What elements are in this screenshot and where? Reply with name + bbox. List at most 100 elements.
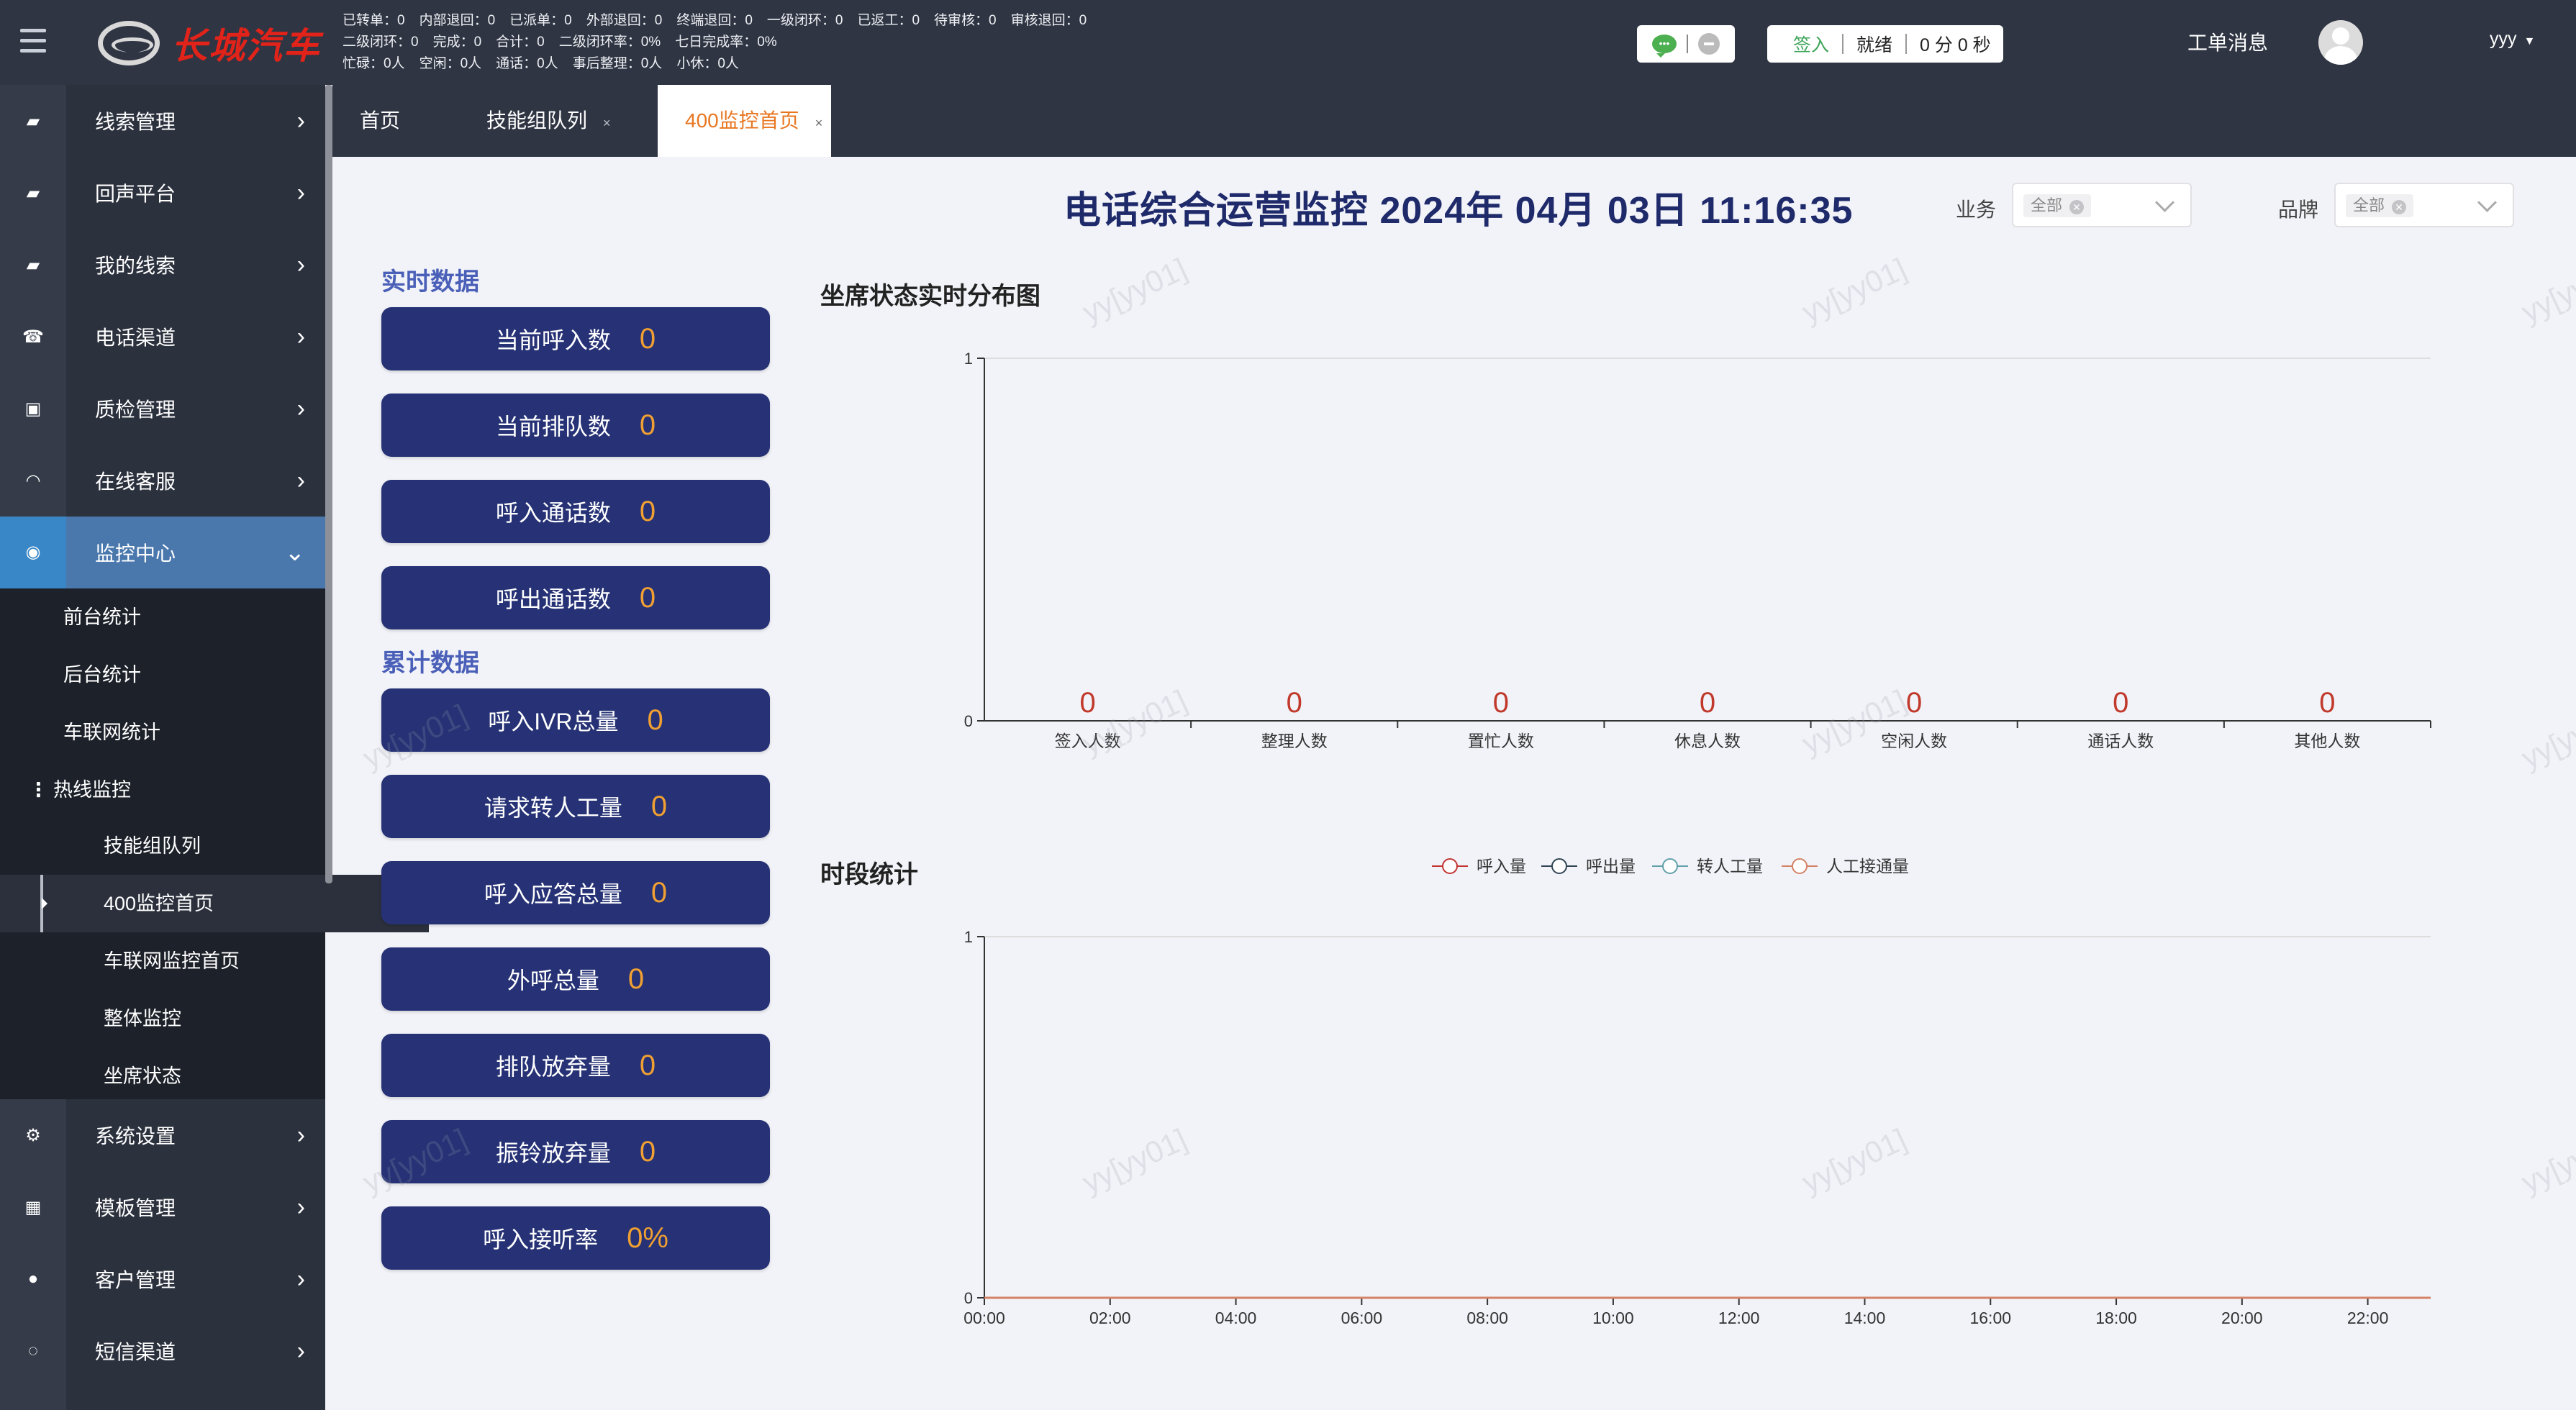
tag-label: 全部 [2031, 196, 2063, 214]
kpi-value: 0 [639, 495, 656, 527]
x-tick-label: 18:00 [2095, 1309, 2137, 1327]
kpi-value: 0 [650, 790, 668, 822]
x-tick-label: 08:00 [1466, 1309, 1508, 1327]
bar-value-label: 0 [2113, 687, 2128, 719]
sidebar-menu-item[interactable]: ◌ 短信渠道 › [0, 1315, 325, 1387]
legend-label: 转人工量 [1697, 857, 1763, 875]
status-timer: 0 分 0 秒 [1920, 35, 1991, 55]
sidebar-item-400-monitor[interactable]: 400监控首页 [0, 875, 429, 932]
avatar[interactable] [2318, 20, 2363, 65]
stat-item: 通话：0人 [496, 56, 558, 71]
brand-logo: 长城汽车 [98, 17, 321, 69]
brand-filter-select[interactable]: 全部 ✕ [2334, 183, 2514, 227]
x-tick-label: 签入人数 [1055, 732, 1121, 750]
sidebar-menu-item[interactable]: ⚙ 系统设置 › [0, 1099, 325, 1171]
kpi-value: 0 [647, 704, 663, 736]
sidebar-menu-item[interactable]: ▰ 我的线索 › [0, 229, 325, 301]
close-icon[interactable]: × [603, 116, 611, 130]
sidebar-group-label: 热线监控 [53, 779, 131, 801]
remove-tag-icon[interactable]: ✕ [2069, 200, 2085, 214]
legend-item: 转人工量 [1652, 857, 1763, 875]
x-tick-label: 00:00 [963, 1309, 1005, 1327]
divider [1687, 35, 1688, 53]
tab-skill-queue[interactable]: 技能组队列 × [486, 85, 611, 157]
chevron-right-icon: › [296, 1265, 305, 1293]
bar-value-label: 0 [1493, 687, 1509, 719]
chevron-right-icon: › [296, 394, 305, 422]
agent-status[interactable]: 就绪 [1856, 31, 1892, 57]
chevron-right-icon: › [296, 250, 305, 278]
kpi-label: 当前呼入数 [495, 327, 611, 353]
period-stats-line-chart: 呼入量 呼出量 转人工量 人工接通量 0 1 00:00 02:00 04:00 06:00 08:… [963, 857, 2431, 1327]
stat-item: 外部退回：0 [586, 13, 663, 28]
sidebar-menu-item[interactable]: ▣ 质检管理 › [0, 373, 325, 445]
agent-status-chart-title: 坐席状态实时分布图 [820, 283, 1040, 310]
sidebar-group-hotline-monitor[interactable]: ⋮ 热线监控 [0, 761, 378, 819]
user-menu[interactable]: yyy ▼ [2490, 29, 2535, 50]
vertical-dots-icon: ⋮ [29, 779, 48, 801]
sidebar-menu-item[interactable]: ◠ 在线客服 › [0, 445, 325, 517]
sidebar-item-label: 客户管理 [95, 1269, 176, 1291]
kpi-value: 0 [639, 1135, 656, 1168]
sidebar-item-label: 电话渠道 [95, 327, 176, 349]
chevron-right-icon: › [296, 322, 305, 350]
stat-item: 空闲：0人 [419, 56, 482, 71]
y-tick-label: 0 [964, 712, 973, 730]
book-icon: ▰ [26, 255, 40, 275]
eye-icon: ◉ [0, 517, 66, 588]
stat-item: 审核退回：0 [1010, 13, 1087, 28]
ticket-messages-link[interactable]: 工单消息 [2187, 27, 2268, 56]
sidebar-item-iov-monitor[interactable]: 车联网监控首页 [0, 932, 429, 990]
bar-value-label: 0 [1906, 687, 1922, 719]
kpi-card: 呼入应答总量 0 [381, 861, 770, 924]
x-tick-label: 通话人数 [2087, 732, 2154, 750]
sign-in-button[interactable]: 签入 [1793, 31, 1829, 57]
realtime-section-title: 实时数据 [381, 268, 479, 296]
do-not-disturb-icon[interactable] [1698, 33, 1720, 55]
legend-label: 呼出量 [1586, 857, 1636, 875]
im-status-box[interactable]: ••• [1637, 25, 1735, 63]
menu-toggle-icon[interactable] [20, 29, 46, 53]
stat-item: 完成：0 [432, 35, 482, 50]
sidebar-menu-item[interactable]: ◉ 监控中心 ⌄ [0, 517, 325, 588]
sidebar-menu-item[interactable]: ▰ 线索管理 › [0, 85, 325, 157]
kpi-label: 呼入接听率 [483, 1227, 599, 1252]
sidebar-menu-item[interactable]: ▦ 模板管理 › [0, 1171, 325, 1243]
stat-item: 事后整理：0人 [572, 56, 663, 71]
sidebar-scrollbar[interactable] [325, 85, 332, 883]
sidebar-item-label: 模板管理 [95, 1197, 176, 1219]
stat-item: 二级闭环率：0% [558, 35, 661, 50]
sidebar-item-skill-queue[interactable]: 技能组队列 [0, 817, 429, 875]
stats-row: 已转单：0 内部退回：0 已派单：0 外部退回：0 终端退回：0 一级闭环：0 已返工：0 待… [343, 10, 1101, 32]
agent-status-bar-chart: 0 1 0 签入人数 0 整理人数 0 置忙人数 0 休息人数 0 空闲人数 0 通话人数 0 其他人数 [964, 350, 2431, 750]
x-tick-label: 10:00 [1592, 1309, 1634, 1327]
page-title: 电话综合运营监控 2024年 04月 03日 11:16:35 [1063, 190, 1854, 232]
x-tick-label: 02:00 [1089, 1309, 1131, 1327]
sidebar-menu-item[interactable]: ▰ 回声平台 › [0, 157, 325, 229]
sidebar-item-overall-monitor[interactable]: 整体监控 [0, 990, 429, 1047]
stat-item: 内部退回：0 [419, 13, 496, 28]
sidebar-item-agent-status[interactable]: 坐席状态 [0, 1047, 429, 1105]
sidebar-item-label: 400监控首页 [104, 893, 214, 914]
tab-home[interactable]: 首页 [360, 85, 400, 157]
chat-bubble-icon[interactable]: ••• [1652, 35, 1677, 58]
kpi-card: 呼入IVR总量 0 [381, 688, 770, 752]
remove-tag-icon[interactable]: ✕ [2392, 200, 2407, 214]
legend-marker [1792, 858, 1808, 874]
y-tick-label: 1 [964, 350, 973, 368]
kpi-label: 振铃放弃量 [495, 1140, 611, 1166]
legend-marker [1662, 858, 1678, 874]
brand-filter-label: 品牌 [2278, 199, 2319, 221]
kpi-label: 当前排队数 [495, 414, 611, 440]
tag-label: 全部 [2353, 196, 2385, 214]
close-icon[interactable]: × [815, 116, 823, 130]
business-filter-select[interactable]: 全部 ✕ [2012, 183, 2192, 227]
sidebar-menu-item[interactable]: ● 客户管理 › [0, 1243, 325, 1315]
sidebar: ▰ 线索管理 › ▰ 回声平台 › ▰ 我的线索 › ☎ 电话渠道 › ▣ 质检管理 › ◠ 在线客服 › ◉ 监控中… [0, 85, 429, 1410]
user-circle-icon: ● [27, 1269, 39, 1288]
sidebar-menu-item[interactable]: ☎ 电话渠道 › [0, 301, 325, 373]
stat-item: 待审核：0 [934, 13, 997, 28]
caret-down-icon: ▼ [2523, 35, 2536, 47]
kpi-card: 呼入接听率 0% [381, 1206, 770, 1270]
tab-400-monitor[interactable]: 400监控首页 × [658, 85, 832, 157]
